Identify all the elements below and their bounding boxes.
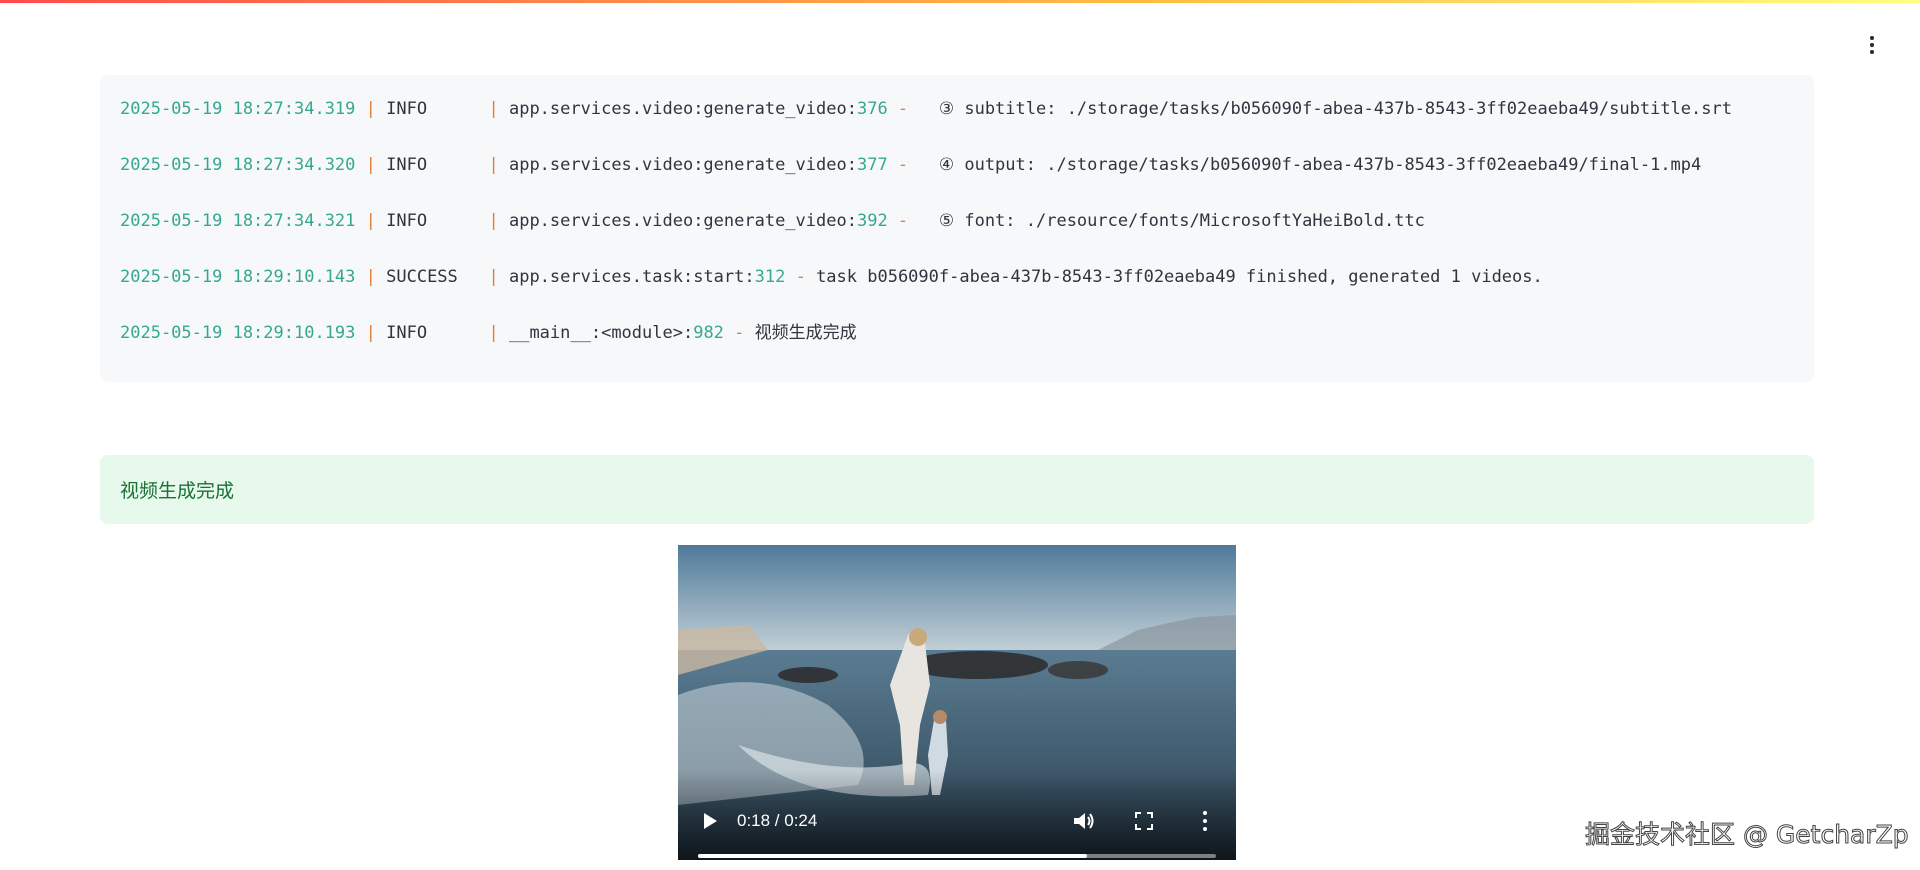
- log-timestamp: 2025-05-19 18:27:34.321: [120, 211, 356, 231]
- top-decoration-bar: [0, 0, 1920, 3]
- kebab-menu-icon-dot: [1870, 50, 1874, 54]
- video-player[interactable]: 0:18 / 0:24: [678, 545, 1236, 860]
- log-level: INFO: [386, 211, 479, 231]
- log-level: INFO: [386, 323, 479, 343]
- kebab-menu-icon-dot: [1870, 43, 1874, 47]
- log-line: 2025-05-19 18:27:34.319 | INFO | app.ser…: [120, 99, 1732, 119]
- log-module: app.services.video:generate_video:: [508, 99, 857, 119]
- more-options-icon-dot: [1203, 811, 1207, 815]
- log-module: app.services.task:start:: [508, 267, 755, 287]
- success-message: 视频生成完成: [120, 480, 235, 502]
- log-message: ④ output: ./storage/tasks/b056090f-abea-…: [918, 155, 1702, 175]
- video-progress-bar[interactable]: [698, 854, 1216, 858]
- log-message: 视频生成完成: [754, 323, 857, 343]
- main-menu-button[interactable]: [1860, 30, 1884, 60]
- log-level: SUCCESS: [386, 267, 479, 287]
- log-lineno: 312: [754, 267, 786, 287]
- log-message: task b056090f-abea-437b-8543-3ff02eaeba4…: [816, 267, 1543, 287]
- kebab-menu-icon: [1870, 36, 1874, 40]
- log-line: 2025-05-19 18:29:10.143 | SUCCESS | app.…: [120, 267, 1543, 287]
- log-timestamp: 2025-05-19 18:29:10.193: [120, 323, 356, 343]
- success-alert: 视频生成完成: [100, 455, 1814, 524]
- more-options-icon-dot: [1203, 827, 1207, 831]
- log-message: ③ subtitle: ./storage/tasks/b056090f-abe…: [918, 99, 1732, 119]
- log-level: INFO: [386, 99, 479, 119]
- log-lineno: 377: [856, 155, 888, 175]
- watermark: 掘金技术社区 @ GetcharZp: [1585, 820, 1910, 850]
- log-message: ⑤ font: ./resource/fonts/MicrosoftYaHeiB…: [918, 211, 1425, 231]
- log-lineno: 392: [856, 211, 888, 231]
- video-controls: 0:18 / 0:24: [678, 770, 1236, 860]
- log-lineno: 376: [856, 99, 888, 119]
- log-timestamp: 2025-05-19 18:27:34.319: [120, 99, 356, 119]
- log-lineno: 982: [693, 323, 724, 343]
- video-time: 0:18 / 0:24: [737, 811, 818, 830]
- log-timestamp: 2025-05-19 18:29:10.143: [120, 267, 356, 287]
- more-options-icon-dot: [1203, 819, 1207, 823]
- log-line: 2025-05-19 18:29:10.193 | INFO | __main_…: [120, 323, 857, 343]
- log-level: INFO: [386, 155, 479, 175]
- fullscreen-icon[interactable]: [1135, 812, 1153, 830]
- log-line: 2025-05-19 18:27:34.321 | INFO | app.ser…: [120, 211, 1425, 231]
- log-module: app.services.video:generate_video:: [508, 155, 857, 175]
- volume-icon[interactable]: [1072, 810, 1096, 832]
- log-output: 2025-05-19 18:27:34.319 | INFO | app.ser…: [100, 75, 1814, 382]
- more-options-icon[interactable]: [1200, 808, 1210, 834]
- play-icon[interactable]: [702, 812, 718, 830]
- log-module: app.services.video:generate_video:: [508, 211, 857, 231]
- log-line: 2025-05-19 18:27:34.320 | INFO | app.ser…: [120, 155, 1702, 175]
- log-timestamp: 2025-05-19 18:27:34.320: [120, 155, 356, 175]
- video-progress-fill: [698, 854, 1087, 858]
- log-module: __main__:<module>:: [508, 323, 694, 343]
